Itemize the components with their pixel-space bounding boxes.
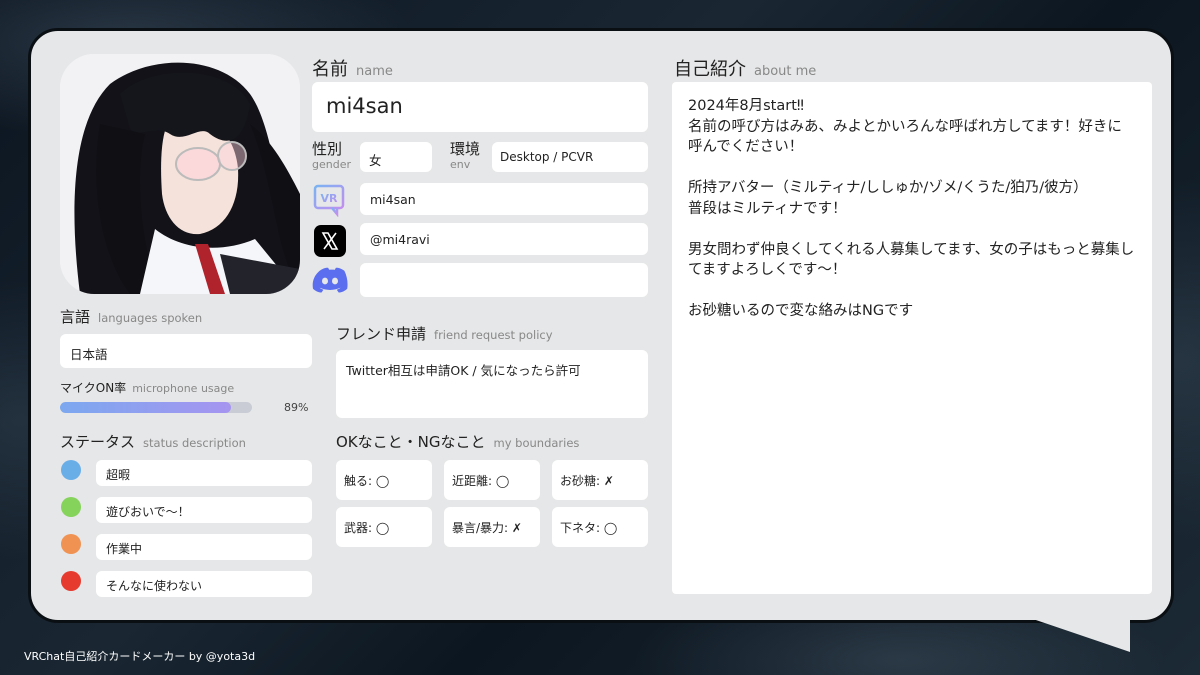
- status-dot-red: [61, 571, 81, 591]
- boundaries-label: OKなこと・NGなこと my boundaries: [336, 433, 580, 451]
- languages-value: 日本語: [70, 347, 108, 362]
- env-label: 環境 env: [450, 140, 481, 171]
- mic-label: マイクON率 microphone usage: [60, 381, 235, 395]
- status-item: そんなに使わない: [96, 571, 312, 597]
- x-field: @mi4ravi: [360, 223, 648, 255]
- friend-request-field: Twitter相互は申請OK / 気になったら許可: [336, 350, 648, 418]
- boundary-item: 近距離: ◯: [444, 460, 540, 500]
- svg-text:VR: VR: [321, 192, 339, 205]
- friend-request-label: フレンド申請 friend request policy: [336, 325, 553, 343]
- name-label: 名前 name: [312, 59, 393, 80]
- boundary-item: 下ネタ: ◯: [552, 507, 648, 547]
- vrchat-icon: VR: [312, 183, 348, 218]
- gender-value: 女: [369, 153, 382, 168]
- mic-percent: 89%: [284, 401, 309, 414]
- status-item: 遊びおいで〜！: [96, 497, 312, 523]
- footer-credit: VRChat自己紹介カードメーカー by @yota3d: [24, 650, 256, 663]
- boundary-item: 武器: ◯: [336, 507, 432, 547]
- boundary-item: お砂糖: ✗: [552, 460, 648, 500]
- status-item: 作業中: [96, 534, 312, 560]
- status-dot-blue: [61, 460, 81, 480]
- name-value: mi4san: [326, 94, 403, 118]
- x-value: @mi4ravi: [370, 232, 430, 247]
- languages-field: 日本語: [60, 334, 312, 368]
- mic-usage-bar: [60, 402, 252, 413]
- about-label: 自己紹介 about me: [674, 59, 817, 80]
- avatar: [60, 54, 300, 294]
- boundary-item: 暴言/暴力: ✗: [444, 507, 540, 547]
- vrchat-value: mi4san: [370, 192, 416, 207]
- discord-icon: [312, 265, 348, 295]
- about-text: 2024年8月start‼︎ 名前の呼び方はみあ、みよとかいろんな呼ばれ方してま…: [672, 82, 1152, 594]
- x-icon: [314, 225, 346, 257]
- languages-label: 言語 languages spoken: [60, 308, 203, 326]
- env-value: Desktop / PCVR: [500, 150, 594, 164]
- boundary-item: 触る: ◯: [336, 460, 432, 500]
- friend-request-value: Twitter相互は申請OK / 気になったら許可: [346, 363, 581, 378]
- gender-field: 女: [360, 142, 432, 172]
- discord-field: [360, 263, 648, 297]
- status-item: 超暇: [96, 460, 312, 486]
- gender-label: 性別 gender: [312, 140, 351, 171]
- env-field: Desktop / PCVR: [492, 142, 648, 172]
- name-field: mi4san: [312, 82, 648, 132]
- status-label: ステータス status description: [60, 433, 246, 451]
- status-dot-green: [61, 497, 81, 517]
- vrchat-field: mi4san: [360, 183, 648, 215]
- mic-usage-fill: [60, 402, 231, 413]
- status-dot-orange: [61, 534, 81, 554]
